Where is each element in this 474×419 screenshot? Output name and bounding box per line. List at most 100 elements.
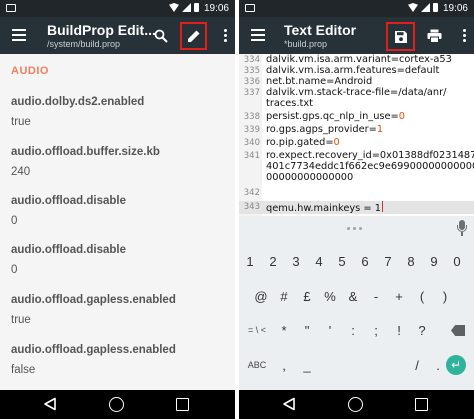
key[interactable]: 5 — [332, 246, 352, 276]
key[interactable]: 0 — [447, 246, 467, 276]
list-item[interactable]: audio.offload.gapless.enabled false — [11, 344, 231, 376]
list-item[interactable]: audio.dolby.ds2.enabled true — [11, 96, 231, 128]
prop-key: audio.offload.buffer.size.kb — [11, 146, 160, 158]
print-button[interactable] — [421, 23, 447, 49]
key[interactable]: 6 — [355, 246, 375, 276]
key[interactable]: 8 — [401, 246, 421, 276]
editor-line: 337 dalvik.vm.stack-trace-file=/data/anr/ — [243, 87, 447, 98]
hamburger-menu-icon[interactable] — [12, 29, 26, 41]
editor-current-line: 343 qemu.hw.mainkeys = 1 — [239, 201, 474, 214]
navigation-bar — [239, 390, 474, 419]
key[interactable]: & — [343, 281, 363, 311]
key[interactable]: 4 — [309, 246, 329, 276]
key[interactable]: / — [407, 350, 427, 380]
keyboard-row-symbols-1: @ # £ % & - + ( ) — [239, 281, 474, 311]
prop-value: 0 — [11, 264, 18, 276]
key[interactable]: ) — [435, 281, 455, 311]
prop-value: true — [11, 116, 31, 128]
overflow-menu-icon[interactable] — [463, 29, 466, 42]
save-button[interactable] — [386, 22, 415, 51]
save-floppy-icon — [394, 30, 407, 43]
status-bar: 19:06 — [0, 0, 235, 17]
signal-icon — [182, 3, 191, 12]
key[interactable]: ( — [412, 281, 432, 311]
search-icon — [154, 29, 168, 43]
editor-line: 334 dalvik.vm.isa.arm.variant=cortex-a53 — [243, 54, 452, 65]
code-editor[interactable]: 334 dalvik.vm.isa.arm.variant=cortex-a53 … — [239, 54, 474, 216]
key[interactable]: # — [274, 281, 294, 311]
key[interactable]: 9 — [424, 246, 444, 276]
print-icon — [427, 29, 441, 43]
back-icon[interactable] — [43, 397, 57, 411]
soft-keyboard: 1 2 3 4 5 6 7 8 9 0 @ # £ % & - + ( ) = … — [239, 216, 474, 390]
back-icon[interactable] — [282, 397, 296, 411]
key[interactable]: % — [320, 281, 340, 311]
edit-button[interactable] — [180, 22, 207, 50]
key[interactable]: " — [297, 315, 317, 345]
key[interactable]: ; — [366, 315, 386, 345]
editor-line: 339 ro.gps.agps_provider=1 — [243, 124, 384, 135]
buildprop-editor-screen: 19:06 BuildProp Edit... /system/build.pr… — [0, 0, 235, 419]
list-item[interactable]: audio.offload.disable 0 — [11, 244, 231, 276]
overflow-menu-icon[interactable] — [224, 29, 227, 42]
keyboard-row-numbers: 1 2 3 4 5 6 7 8 9 0 — [239, 246, 474, 276]
search-button[interactable] — [148, 23, 174, 49]
key[interactable]: 3 — [286, 246, 306, 276]
key[interactable]: 1 — [240, 246, 260, 276]
home-icon[interactable] — [348, 397, 363, 412]
editor-line: 336 net.bt.name=Android — [243, 76, 373, 87]
key[interactable]: : — [343, 315, 363, 345]
enter-key[interactable]: ↵ — [446, 355, 466, 375]
recent-apps-icon[interactable] — [415, 398, 428, 411]
key[interactable]: * — [274, 315, 294, 345]
editor-line: 341 ro.expect.recovery_id=0x01388df023148… — [243, 150, 474, 161]
text-cursor — [381, 201, 383, 212]
space-key[interactable] — [321, 350, 405, 380]
toolbar-subtitle: *build.prop — [284, 39, 328, 49]
key[interactable]: 2 — [263, 246, 283, 276]
list-item[interactable]: audio.offload.buffer.size.kb 240 — [11, 146, 231, 178]
prop-key: audio.offload.disable — [11, 244, 127, 256]
key[interactable]: , — [274, 350, 294, 380]
prop-key: audio.offload.gapless.enabled — [11, 344, 176, 356]
battery-icon — [433, 3, 438, 12]
wifi-icon — [408, 3, 418, 12]
toolbar-title: Text Editor — [284, 22, 357, 38]
editor-line: 342 — [243, 188, 260, 198]
backspace-icon[interactable] — [451, 325, 465, 336]
key[interactable]: ? — [412, 315, 432, 345]
home-icon[interactable] — [109, 397, 124, 412]
app-toolbar: BuildProp Edit... /system/build.prop — [0, 17, 235, 54]
recent-apps-icon[interactable] — [176, 398, 189, 411]
key[interactable]: £ — [297, 281, 317, 311]
key[interactable]: _ — [297, 350, 317, 380]
key[interactable]: ' — [320, 315, 340, 345]
hamburger-menu-icon[interactable] — [251, 29, 265, 41]
key[interactable]: + — [389, 281, 409, 311]
navigation-bar — [0, 390, 235, 419]
prop-key: audio.offload.disable — [11, 195, 127, 207]
list-item[interactable]: audio.offload.disable 0 — [11, 195, 231, 227]
keyboard-row-symbols-2: = \ < * " ' : ; ! ? — [239, 315, 474, 345]
key[interactable]: @ — [251, 281, 271, 311]
key[interactable]: - — [366, 281, 386, 311]
notification-icon — [245, 4, 255, 12]
signal-icon — [421, 3, 430, 12]
prop-key: audio.offload.gapless.enabled — [11, 294, 176, 306]
enter-icon: ↵ — [450, 358, 462, 372]
key[interactable]: 7 — [378, 246, 398, 276]
editor-line: 401c7734eddc1f662ec9e69900000000000 — [266, 161, 474, 172]
microphone-icon[interactable] — [457, 220, 467, 236]
battery-icon — [194, 3, 199, 12]
prop-value: false — [11, 364, 36, 376]
list-item[interactable]: audio.offload.gapless.enabled true — [11, 294, 231, 326]
pencil-edit-icon — [187, 30, 199, 42]
key[interactable]: ! — [389, 315, 409, 345]
keyboard-row-bottom: ABC , _ / . ↵ — [239, 350, 474, 380]
key[interactable]: . — [428, 350, 448, 380]
abc-key[interactable]: ABC — [243, 350, 271, 380]
editor-line: traces.txt — [266, 98, 313, 109]
more-symbols-key[interactable]: = \ < — [243, 315, 271, 345]
keyboard-suggestion-strip — [239, 216, 474, 242]
section-title: AUDIO — [11, 65, 49, 77]
